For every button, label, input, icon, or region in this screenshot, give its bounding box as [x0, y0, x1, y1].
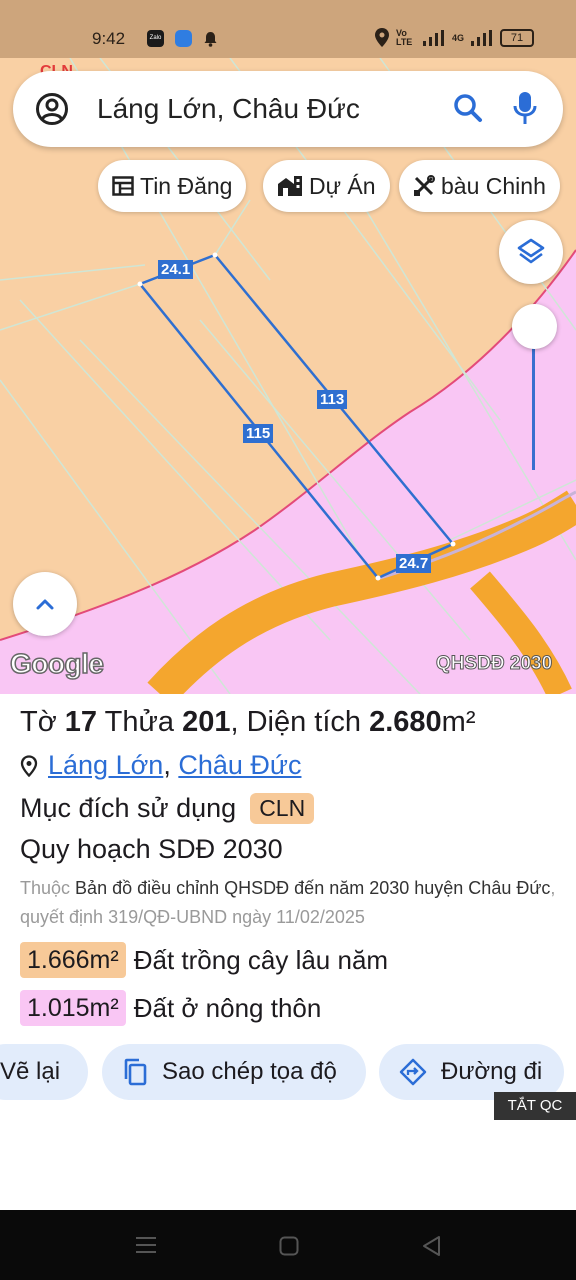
account-icon[interactable]	[35, 92, 69, 126]
area-unit: m²	[441, 706, 476, 738]
redraw-button[interactable]: Vẽ lại	[0, 1044, 88, 1100]
back-icon[interactable]	[421, 1235, 441, 1257]
signal-strength-icon	[422, 29, 444, 46]
area-breakdown-row-ont: 1.015m² Đất ở nông thôn	[20, 990, 321, 1026]
chip-projects[interactable]: Dự Án	[263, 160, 390, 212]
volte-label: Vo LTE	[395, 27, 413, 47]
plot-edge-label-top: 24.1	[158, 260, 194, 279]
location-line: Láng Lớn, Châu Đức	[20, 750, 301, 781]
purpose-code-badge: CLN	[250, 793, 315, 824]
battery-indicator: 71	[500, 28, 534, 47]
chip-listings-label: Tin Đăng	[140, 172, 233, 199]
microphone-icon[interactable]	[513, 91, 537, 125]
chip-tools-label: bàu Chinh	[441, 172, 546, 199]
area-breakdown-row-cln: 1.666m² Đất trồng cây lâu năm	[20, 942, 388, 978]
location-pin-icon	[374, 28, 389, 47]
area-label-ont: Đất ở nông thôn	[133, 992, 322, 1023]
map-canvas[interactable]: CLN	[0, 58, 576, 694]
parcel-number: 201	[182, 706, 231, 738]
directions-label: Đường đi	[441, 1058, 543, 1085]
tools-icon	[414, 175, 435, 196]
turn-off-ads-button[interactable]: TẮT QC	[494, 1092, 576, 1120]
search-input[interactable]: Láng Lớn, Châu Đức	[97, 93, 360, 125]
sheet-number: 17	[64, 706, 98, 738]
district-link[interactable]: Châu Đức	[178, 750, 301, 780]
copy-icon	[124, 1058, 147, 1086]
sheet-label: Tờ	[20, 706, 57, 738]
directions-icon	[399, 1058, 427, 1086]
layers-icon	[517, 238, 545, 264]
status-bar: 9:42 Zalo Vo LTE 4G 71	[0, 0, 576, 58]
plan-description: Thuộc Bản đồ điều chỉnh QHSDĐ đến năm 20…	[20, 874, 560, 932]
layers-button[interactable]	[499, 220, 563, 284]
chip-tools[interactable]: bàu Chinh	[399, 160, 560, 212]
notification-bell-icon	[204, 32, 217, 47]
project-building-icon	[278, 176, 302, 196]
expand-sheet-button[interactable]	[13, 572, 77, 636]
desc-main: Bản đồ điều chỉnh QHSDĐ đến năm 2030 huy…	[75, 878, 551, 898]
browser-icon	[175, 30, 192, 47]
listing-icon	[112, 176, 134, 196]
copy-coordinates-label: Sao chép tọa độ	[162, 1058, 337, 1085]
opacity-slider-track[interactable]	[532, 330, 535, 470]
purpose-label: Mục đích sử dụng	[20, 793, 237, 823]
map-layer-tag: QHSDĐ 2030	[435, 653, 553, 675]
network-type-label: 4G	[451, 32, 464, 43]
desc-prefix: Thuộc	[20, 878, 71, 898]
copy-coordinates-button[interactable]: Sao chép tọa độ	[102, 1044, 366, 1100]
area-value: 2.680	[369, 706, 442, 738]
home-icon[interactable]	[279, 1236, 299, 1256]
signal-strength-2-icon	[471, 29, 492, 46]
redraw-label: Vẽ lại	[0, 1058, 61, 1085]
plan-title: Quy hoạch SDĐ 2030	[20, 834, 283, 864]
location-separator: ,	[163, 750, 171, 780]
purpose-line: Mục đích sử dụng CLN	[20, 793, 315, 824]
area-label-cln: Đất trồng cây lâu năm	[133, 944, 389, 975]
plot-edge-label-right: 113	[317, 390, 348, 409]
chevron-up-icon	[36, 599, 54, 610]
area-label: Diện tích	[246, 706, 362, 738]
zalo-icon: Zalo	[147, 30, 164, 47]
system-nav-bar	[0, 1210, 576, 1280]
location-pin-outline-icon	[20, 754, 38, 777]
search-icon[interactable]	[453, 93, 483, 123]
ward-link[interactable]: Láng Lớn	[48, 750, 163, 780]
map-view[interactable]: CLN 24.1 113 115 24.7	[0, 58, 576, 694]
plot-edge-label-left: 115	[243, 424, 274, 443]
parcel-title: Tờ 17 Thửa 201, Diện tích 2.680m²	[20, 706, 476, 738]
opacity-slider-handle[interactable]	[512, 304, 557, 349]
parcel-label: Thửa	[104, 706, 174, 738]
search-bar[interactable]: Láng Lớn, Châu Đức	[13, 71, 563, 147]
area-pill-ont: 1.015m²	[20, 990, 126, 1026]
recent-apps-icon[interactable]	[136, 1236, 156, 1254]
google-logo: Google	[9, 647, 104, 680]
chip-projects-label: Dự Án	[309, 172, 376, 199]
area-pill-cln: 1.666m²	[20, 942, 126, 978]
chip-listings[interactable]: Tin Đăng	[98, 160, 247, 212]
status-time: 9:42	[92, 29, 126, 48]
plot-edge-label-bottom: 24.7	[396, 554, 432, 573]
status-right-icons: Vo LTE 4G 71	[374, 27, 534, 47]
